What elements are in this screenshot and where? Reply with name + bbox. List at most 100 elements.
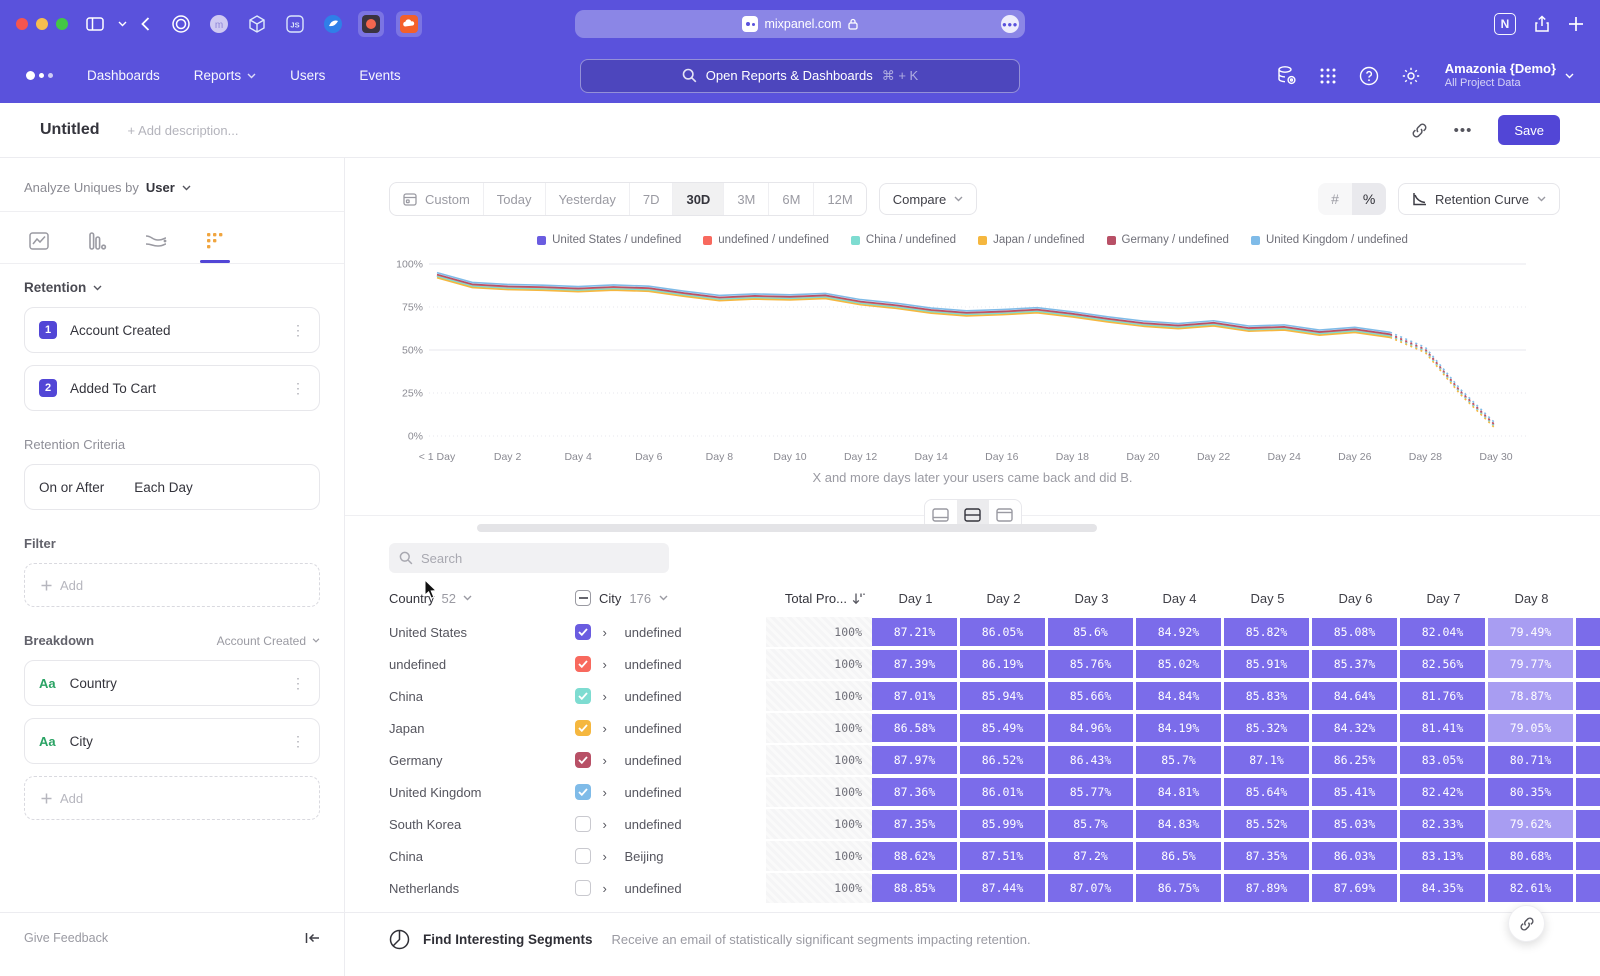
chart-type-dropdown[interactable]: Retention Curve bbox=[1398, 183, 1560, 215]
retention-cell[interactable]: 79.05% bbox=[1488, 714, 1573, 742]
retention-cell[interactable]: 86.05% bbox=[960, 618, 1045, 646]
close-window-button[interactable] bbox=[16, 18, 28, 30]
retention-cell[interactable]: 86.25% bbox=[1312, 746, 1397, 774]
row-checkbox[interactable] bbox=[575, 880, 591, 896]
retention-cell[interactable]: 88.62% bbox=[872, 842, 957, 870]
column-header-day-4[interactable]: Day 4 bbox=[1137, 591, 1222, 606]
retention-cell[interactable]: 85.32% bbox=[1224, 714, 1309, 742]
row-checkbox[interactable] bbox=[575, 720, 591, 736]
nav-item-reports[interactable]: Reports bbox=[194, 68, 256, 83]
retention-cell[interactable]: 85.03% bbox=[1312, 810, 1397, 838]
new-tab-plus-icon[interactable] bbox=[1568, 16, 1584, 32]
retention-cell[interactable]: 79.62% bbox=[1488, 810, 1573, 838]
retention-cell[interactable]: 85.49% bbox=[960, 714, 1045, 742]
tab-retention[interactable] bbox=[204, 230, 226, 263]
active-tab-app-icon[interactable] bbox=[358, 11, 384, 37]
retention-cell[interactable]: 86.19% bbox=[960, 650, 1045, 678]
address-more-icon[interactable]: ●●● bbox=[1001, 15, 1019, 33]
tab-insights[interactable] bbox=[28, 230, 50, 263]
sidebar-toggle-icon[interactable] bbox=[86, 17, 104, 31]
retention-cell[interactable]: 85.52% bbox=[1224, 810, 1309, 838]
retention-cell[interactable]: 87.21% bbox=[872, 618, 957, 646]
retention-cell[interactable]: 84.32% bbox=[1312, 714, 1397, 742]
column-header-day-7[interactable]: Day 7 bbox=[1401, 591, 1486, 606]
copy-link-icon[interactable] bbox=[1411, 122, 1428, 139]
retention-cell[interactable]: 87.51% bbox=[960, 842, 1045, 870]
range-30d[interactable]: 30D bbox=[672, 183, 723, 215]
row-checkbox[interactable] bbox=[575, 784, 591, 800]
retention-cell[interactable]: 82.04% bbox=[1400, 618, 1485, 646]
retention-cell[interactable]: 78.87% bbox=[1488, 682, 1573, 710]
row-expander-icon[interactable]: › bbox=[603, 721, 625, 736]
retention-cell[interactable]: 87.69% bbox=[1312, 874, 1397, 902]
column-header-day-3[interactable]: Day 3 bbox=[1049, 591, 1134, 606]
retention-cell[interactable]: 85.77% bbox=[1048, 778, 1133, 806]
range-3m[interactable]: 3M bbox=[723, 183, 768, 215]
column-header-day-8[interactable]: Day 8 bbox=[1489, 591, 1574, 606]
maximize-window-button[interactable] bbox=[56, 18, 68, 30]
retention-cell[interactable]: 86.01% bbox=[960, 778, 1045, 806]
row-expander-icon[interactable]: › bbox=[603, 785, 625, 800]
range-today[interactable]: Today bbox=[483, 183, 545, 215]
retention-cell[interactable]: 87.36% bbox=[872, 778, 957, 806]
find-segments-title[interactable]: Find Interesting Segments bbox=[423, 932, 593, 947]
retention-cell[interactable]: 85.76% bbox=[1048, 650, 1133, 678]
retention-cell[interactable]: 85.66% bbox=[1048, 682, 1133, 710]
legend-item[interactable]: undefined / undefined bbox=[703, 234, 829, 246]
cloud-app-icon[interactable] bbox=[396, 11, 422, 37]
range-custom[interactable]: Custom bbox=[390, 183, 483, 215]
retention-cell[interactable]: 85.02% bbox=[1136, 650, 1221, 678]
add-description-button[interactable]: + Add description... bbox=[128, 123, 239, 138]
nav-item-dashboards[interactable]: Dashboards bbox=[87, 68, 160, 83]
save-button[interactable]: Save bbox=[1498, 115, 1560, 145]
select-all-checkbox[interactable] bbox=[575, 590, 591, 606]
retention-cell[interactable]: 87.1% bbox=[1224, 746, 1309, 774]
project-switcher[interactable]: Amazonia {Demo} All Project Data bbox=[1443, 61, 1574, 91]
breakdown-property-name[interactable]: City bbox=[70, 734, 93, 749]
retention-cell[interactable]: 79.49% bbox=[1488, 618, 1573, 646]
retention-cell[interactable]: 81.41% bbox=[1400, 714, 1485, 742]
bird-app-icon[interactable] bbox=[320, 11, 346, 37]
unit-percent-button[interactable]: % bbox=[1352, 183, 1386, 215]
retention-cell[interactable]: 82.42% bbox=[1400, 778, 1485, 806]
retention-cell[interactable]: 82.33% bbox=[1400, 810, 1485, 838]
column-header-day-6[interactable]: Day 6 bbox=[1313, 591, 1398, 606]
column-header-total[interactable]: Total Pro... bbox=[767, 591, 873, 606]
retention-cell[interactable]: 79.77% bbox=[1488, 650, 1573, 678]
retention-line-chart[interactable]: 0%25%50%75%100%< 1 DayDay 2Day 4Day 6Day… bbox=[389, 252, 1600, 466]
legend-item[interactable]: United Kingdom / undefined bbox=[1251, 234, 1408, 246]
retention-cell[interactable]: 85.7% bbox=[1136, 746, 1221, 774]
breakdown-property-name[interactable]: Country bbox=[70, 676, 117, 691]
table-search-input[interactable] bbox=[421, 551, 641, 566]
global-search-button[interactable]: Open Reports & Dashboards ⌘ + K bbox=[580, 59, 1020, 93]
add-filter-button[interactable]: Add bbox=[24, 563, 320, 607]
retention-cell[interactable]: 87.97% bbox=[872, 746, 957, 774]
retention-cell[interactable]: 87.35% bbox=[1224, 842, 1309, 870]
criteria-mode[interactable]: On or After bbox=[39, 480, 104, 495]
share-link-fab[interactable] bbox=[1508, 905, 1545, 942]
breakdown-options-icon[interactable]: ⋮ bbox=[291, 675, 305, 692]
retention-cell[interactable]: 85.94% bbox=[960, 682, 1045, 710]
tab-funnels[interactable] bbox=[86, 230, 108, 263]
retention-cell[interactable]: 84.83% bbox=[1136, 810, 1221, 838]
nav-item-users[interactable]: Users bbox=[290, 68, 325, 83]
retention-cell[interactable]: 85.64% bbox=[1224, 778, 1309, 806]
criteria-interval[interactable]: Each Day bbox=[134, 480, 193, 495]
notion-extension-icon[interactable]: N bbox=[1494, 13, 1516, 35]
row-checkbox[interactable] bbox=[575, 688, 591, 704]
retention-cell[interactable]: 85.91% bbox=[1224, 650, 1309, 678]
retention-section-header[interactable]: Retention bbox=[24, 280, 320, 295]
range-yesterday[interactable]: Yesterday bbox=[545, 183, 629, 215]
js-app-icon[interactable]: JS bbox=[282, 11, 308, 37]
legend-item[interactable]: Japan / undefined bbox=[978, 234, 1084, 246]
retention-cell[interactable]: 87.35% bbox=[872, 810, 957, 838]
row-expander-icon[interactable]: › bbox=[603, 689, 625, 704]
breakdown-property-card[interactable]: AaCountry⋮ bbox=[24, 660, 320, 706]
back-button[interactable] bbox=[141, 17, 150, 31]
retention-cell[interactable]: 83.13% bbox=[1400, 842, 1485, 870]
retention-cell[interactable]: 82.56% bbox=[1400, 650, 1485, 678]
row-expander-icon[interactable]: › bbox=[603, 657, 625, 672]
retention-cell[interactable]: 85.99% bbox=[960, 810, 1045, 838]
data-management-icon[interactable] bbox=[1276, 65, 1297, 86]
step-options-icon[interactable]: ⋮ bbox=[291, 380, 305, 397]
